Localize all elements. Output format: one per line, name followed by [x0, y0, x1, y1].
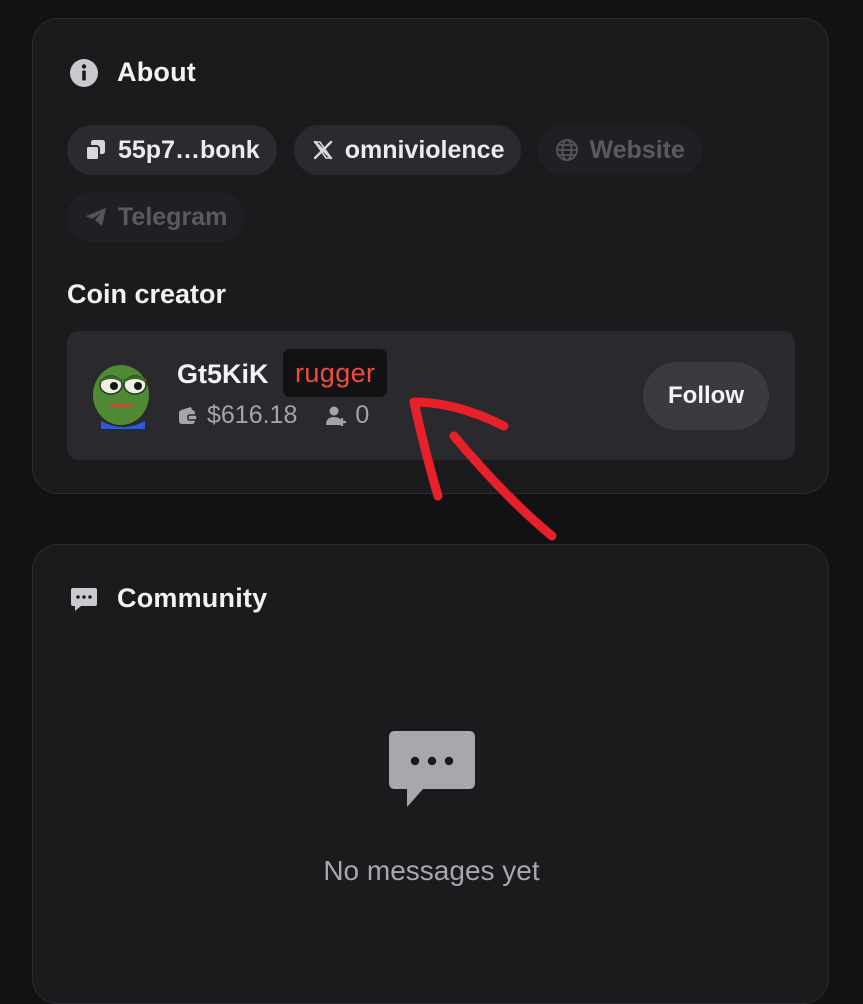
creator-balance: $616.18 — [207, 401, 298, 429]
community-title: Community — [117, 583, 268, 613]
telegram-link[interactable]: Telegram — [67, 192, 245, 242]
about-title: About — [117, 57, 196, 87]
creator-name[interactable]: Gt5KiK — [177, 359, 269, 390]
coin-creator-heading: Coin creator — [67, 279, 227, 309]
creator-followers-count: 0 — [355, 401, 370, 429]
empty-chat-icon — [389, 731, 475, 807]
telegram-label: Telegram — [118, 202, 228, 231]
contract-address-label: 55p7…bonk — [118, 135, 260, 164]
about-header: About — [69, 57, 196, 88]
telegram-icon — [84, 205, 108, 229]
empty-messages-text: No messages yet — [323, 855, 540, 886]
x-logo-icon — [311, 138, 335, 162]
website-label: Website — [589, 135, 685, 164]
creator-tag-badge: rugger — [283, 349, 388, 397]
follow-button[interactable]: Follow — [643, 362, 769, 430]
creator-stats: $616.18 0 — [177, 401, 369, 430]
wallet-icon — [179, 406, 198, 424]
about-card: About 55p7…bonk omniviolence Website Tel… — [32, 18, 829, 494]
website-link[interactable]: Website — [538, 125, 702, 175]
info-icon — [70, 58, 98, 87]
twitter-link[interactable]: omniviolence — [293, 125, 522, 175]
copy-icon — [84, 138, 108, 162]
followers-icon — [326, 406, 347, 426]
creator-row[interactable]: Gt5KiK rugger $616.18 0 Follow — [67, 331, 795, 460]
contract-address-button[interactable]: 55p7…bonk — [67, 125, 277, 175]
globe-icon — [555, 138, 579, 162]
community-card: Community No messages yet — [32, 544, 829, 1004]
twitter-handle: omniviolence — [344, 135, 505, 164]
chat-icon — [71, 587, 97, 611]
pepe-frog-avatar — [93, 365, 149, 429]
community-header: Community — [69, 583, 267, 614]
about-links: 55p7…bonk omniviolence Website Telegram — [67, 125, 787, 242]
